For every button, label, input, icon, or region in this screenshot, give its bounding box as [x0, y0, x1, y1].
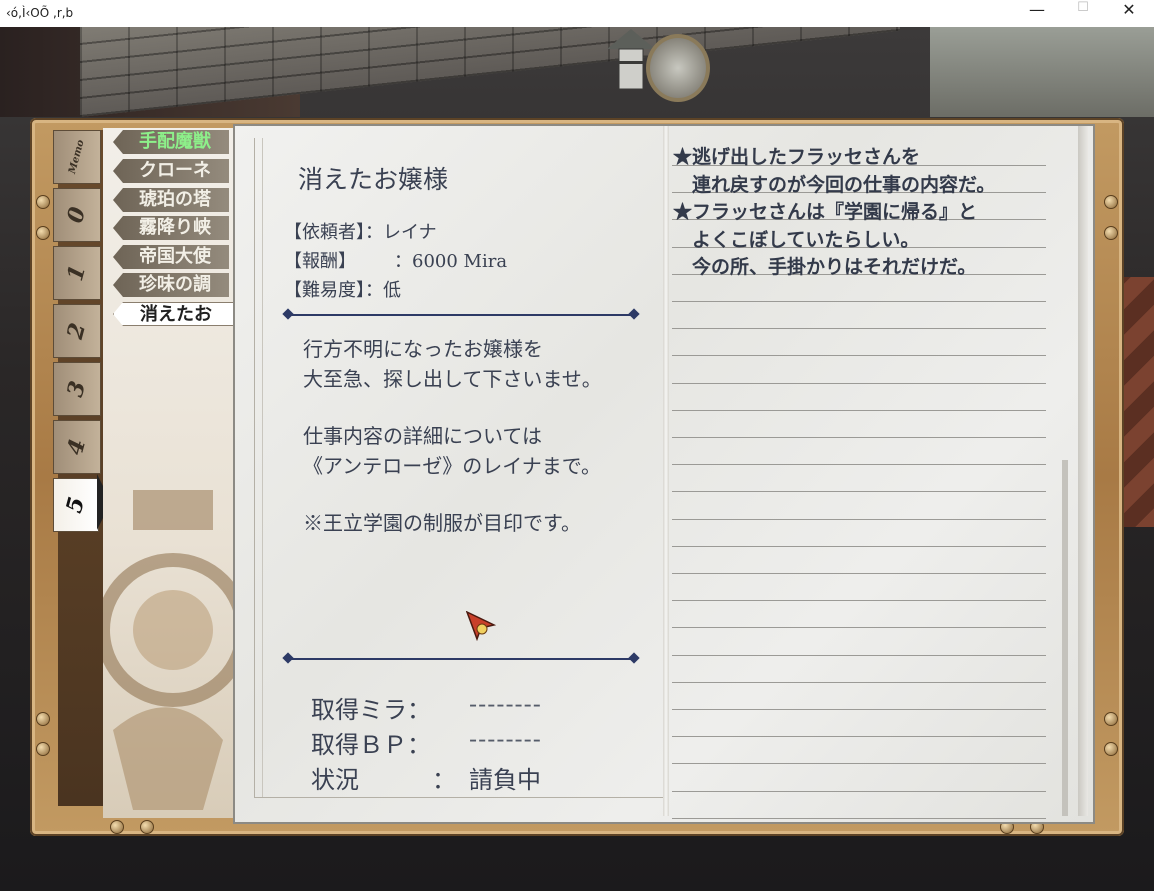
- note-line: ★フラッセさんは『学園に帰る』と: [673, 201, 978, 223]
- book-spine: [663, 126, 669, 816]
- tab-3[interactable]: 3: [53, 362, 101, 416]
- quest-list-item[interactable]: 帝国大使: [113, 245, 229, 269]
- tab-label: 3: [62, 378, 92, 400]
- note-rule: [672, 790, 1046, 792]
- frame-stud: [1104, 195, 1118, 209]
- quest-list-label: 消えたお: [140, 304, 212, 325]
- reward-value: ：6000 Mira: [394, 251, 508, 272]
- note-rule: [672, 409, 1046, 411]
- earned-mira-label: 取得ミラ：: [311, 696, 431, 724]
- description-line: 仕事内容の詳細については: [303, 424, 542, 448]
- quest-list-item[interactable]: 琥珀の塔: [113, 188, 229, 212]
- quest-list-item[interactable]: 手配魔獣: [113, 130, 229, 154]
- frame-stud: [36, 226, 50, 240]
- frame-stud: [36, 742, 50, 756]
- window-title: ‹ó,Ì‹OÕ ,r,b: [6, 6, 74, 20]
- tab-memo[interactable]: Memo: [53, 130, 101, 184]
- status-colon: ：: [432, 766, 456, 794]
- quest-list-label: 霧降り峡: [139, 217, 211, 238]
- note-rule: [672, 709, 1046, 710]
- difficulty-label: 【難易度】：低: [284, 280, 401, 301]
- description-line: 《アンテローゼ》のレイナまで。: [303, 454, 601, 478]
- quest-list-item[interactable]: クローネ: [113, 159, 229, 183]
- earned-bp-label: 取得ＢＰ：: [311, 731, 431, 759]
- status-label: 状況: [311, 766, 359, 794]
- description-line: ※王立学園の制服が目印です。: [303, 511, 581, 535]
- note-rule: [672, 573, 1046, 574]
- earned-bp-value: --------: [469, 725, 542, 753]
- brick-wall: [80, 27, 900, 117]
- frame-stud: [36, 195, 50, 209]
- quest-list-label: 手配魔獣: [139, 131, 211, 152]
- note-rule: [672, 464, 1046, 466]
- note-rule: [672, 763, 1046, 765]
- note-rule: [672, 545, 1046, 547]
- frame-stud: [1104, 712, 1118, 726]
- note-line: よくこぼしていたらしい。: [673, 229, 920, 251]
- tab-label: 5: [61, 494, 91, 516]
- description-line: 大至急、探し出して下さいませ。: [303, 367, 602, 391]
- section-divider: [288, 658, 634, 660]
- quest-list-item[interactable]: 霧降り峡: [113, 216, 229, 240]
- emblem-icon: [103, 490, 233, 810]
- note-rule: [672, 600, 1046, 602]
- tab-label: 2: [62, 320, 92, 342]
- page-border: [254, 797, 664, 798]
- tab-5[interactable]: 5: [53, 478, 99, 532]
- note-rule: [672, 627, 1046, 629]
- quest-list-label: クローネ: [139, 160, 211, 181]
- page-border: [254, 138, 255, 798]
- reward-label: 【報酬】: [284, 251, 356, 272]
- earned-mira-value: --------: [469, 690, 542, 718]
- note-rule: [672, 437, 1046, 438]
- frame-stud: [140, 820, 154, 834]
- frame-stud: [36, 712, 50, 726]
- page-border: [262, 138, 263, 798]
- stone-wall: [930, 27, 1154, 117]
- note-rule: [672, 518, 1046, 520]
- minimize-button[interactable]: —: [1014, 0, 1060, 27]
- maximize-button[interactable]: ☐: [1060, 0, 1106, 27]
- quest-list-label: 珍味の調: [139, 274, 211, 295]
- note-line: ★逃げ出したフラッセさんを: [673, 146, 921, 168]
- quest-list-item[interactable]: 珍味の調: [113, 273, 229, 297]
- tab-label: 4: [62, 436, 92, 458]
- section-divider: [288, 314, 634, 316]
- description-line: 行方不明になったお嬢様を: [303, 337, 543, 361]
- note-rule: [672, 491, 1046, 493]
- pointer-cursor-icon: [466, 611, 496, 641]
- close-button[interactable]: ✕: [1106, 0, 1152, 27]
- note-rule: [672, 328, 1046, 330]
- tab-label: 0: [62, 204, 92, 226]
- status-value: 請負中: [469, 766, 541, 794]
- quest-title: 消えたお嬢様: [298, 165, 449, 194]
- tab-label: Memo: [66, 138, 87, 176]
- frame-stud: [1104, 226, 1118, 240]
- window-titlebar: ‹ó,Ì‹OÕ ,r,b — ☐ ✕: [0, 0, 1154, 28]
- tab-0[interactable]: 0: [53, 188, 101, 242]
- client-label: 【依頼者】：レイナ: [284, 222, 437, 243]
- frame-stud: [110, 820, 124, 834]
- page-edge: [1078, 126, 1088, 816]
- tab-2[interactable]: 2: [53, 304, 101, 358]
- note-rule: [672, 654, 1046, 656]
- note-rule: [672, 355, 1046, 357]
- note-rule: [672, 301, 1046, 302]
- note-rule: [672, 736, 1046, 738]
- note-rule: [672, 817, 1046, 819]
- frame-stud: [1104, 742, 1118, 756]
- note-rule: [672, 681, 1046, 683]
- page-edge: [1062, 460, 1068, 816]
- wall-mirror: [646, 34, 710, 102]
- quest-list-label: 琥珀の塔: [139, 189, 211, 210]
- tab-4[interactable]: 4: [53, 420, 101, 474]
- note-rule: [672, 382, 1046, 384]
- note-line: 連れ戻すのが今回の仕事の内容だ。: [673, 174, 996, 196]
- tab-label: 1: [62, 262, 92, 284]
- quest-list-label: 帝国大使: [139, 246, 211, 267]
- tab-1[interactable]: 1: [53, 246, 101, 300]
- note-line: 今の所、手掛かりはそれだけだ。: [673, 256, 977, 278]
